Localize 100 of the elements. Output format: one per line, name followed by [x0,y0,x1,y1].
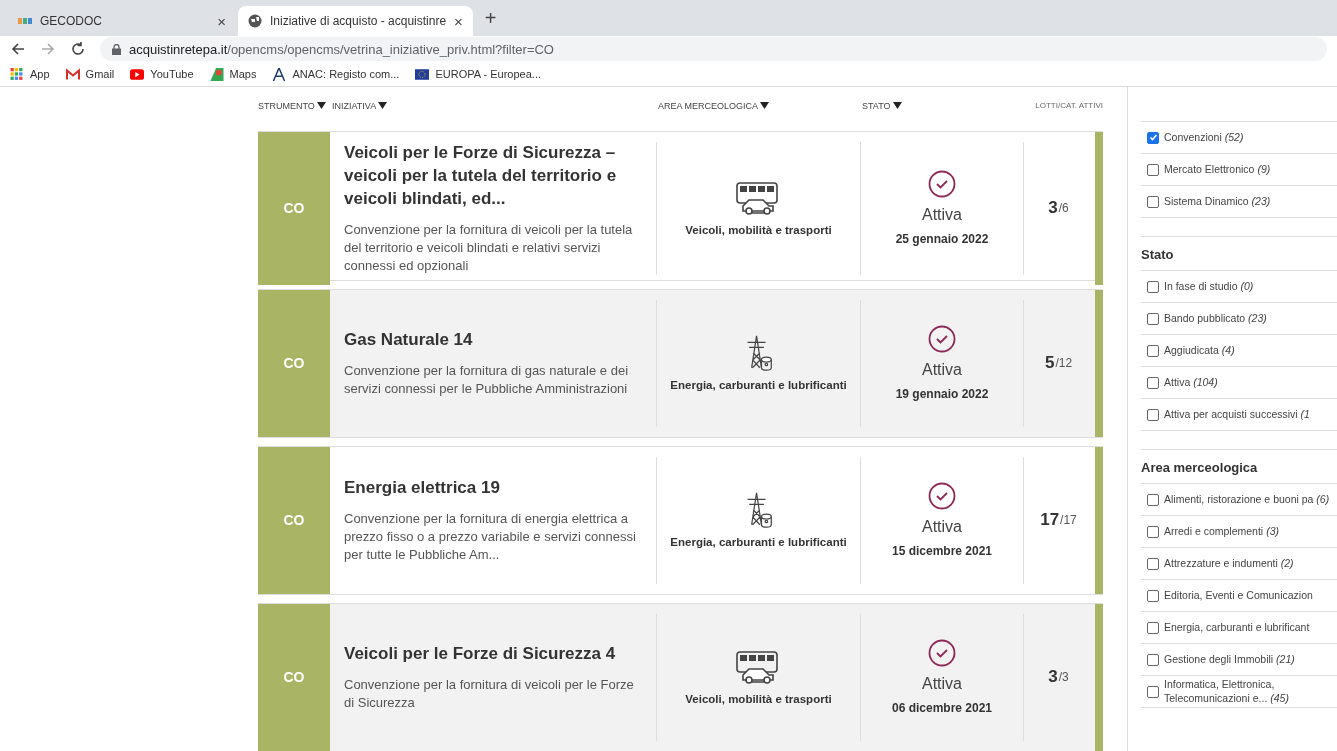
category-label: Energia, carburanti e lubrificanti [670,379,847,392]
bookmark-link[interactable]: Gmail [65,67,115,81]
filter-option[interactable]: Mercato Elettronico (9) [1141,154,1337,186]
browser-tab[interactable]: GECODOC × [8,6,236,36]
column-header: LOTTI/CAT. ATTIVI [1035,101,1103,111]
column-header[interactable]: INIZIATIVA [332,100,377,111]
apps-grid-icon [10,67,24,81]
filter-option[interactable]: Sistema Dinamico (23) [1141,186,1337,218]
column-header[interactable]: STATO [862,100,891,111]
filter-option[interactable]: Attiva (104) [1141,367,1337,399]
status-date: 19 gennaio 2022 [895,387,989,402]
status-date: 15 dicembre 2021 [891,544,993,559]
active-lots-count: 3 [1048,667,1058,688]
initiative-title[interactable]: Veicoli per le Forze di Sicurezza – veicoli per la tutela del territorio e veicoli blindati, ed... [344,141,642,211]
bookmark-link[interactable]: Maps [209,67,257,81]
category-label: Veicoli, mobilità e trasporti [685,224,832,237]
sort-triangle-icon[interactable] [378,102,388,110]
filter-option[interactable]: Bando pubblicato (23) [1141,303,1337,335]
initiative-card[interactable]: CO Veicoli per le Forze di Sicurezza 4 Convenzione per la fornitura di veicoli per le Forze di Sicurezza Veicoli, mobilità e trasporti Attiva 06 dicembre 2021 3/3 [258,602,1103,751]
initiative-description: Convenzione per la fornitura di gas naturale e dei servizi connessi per le Pubbliche Amministrazioni [344,361,629,398]
filter-option[interactable]: Editoria, Eventi e Comunicazion [1141,580,1337,612]
filter-heading: Stato [1141,247,1175,262]
bookmark-link[interactable]: EUROPA - Europea... [415,67,541,81]
checkbox[interactable] [1147,685,1159,698]
checkbox[interactable] [1147,376,1159,389]
filter-option[interactable]: Energia, carburanti e lubrificant [1141,612,1337,644]
bookmark-link[interactable]: App [10,67,50,81]
total-lots-count: /17 [1060,513,1077,528]
check-circle-icon [928,325,956,354]
filter-option[interactable]: Gestione degli Immobili (21) [1141,644,1337,676]
reload-icon[interactable] [70,41,86,57]
checkbox[interactable] [1147,408,1159,421]
instrument-badge: CO [258,289,330,437]
checkbox[interactable] [1147,653,1159,666]
filter-option[interactable]: Convenzioni (52) [1141,122,1337,154]
lock-icon [112,43,121,55]
checkbox[interactable] [1147,163,1159,176]
column-header[interactable]: AREA MERCEOLOGICA [658,100,759,111]
active-lots-count: 3 [1048,198,1058,219]
back-arrow-icon[interactable] [10,41,26,57]
close-tab-button[interactable]: × [217,12,226,30]
check-circle-icon [928,639,956,668]
bookmark-link[interactable]: ANAC: Registo com... [272,67,400,81]
letter-a-icon [272,67,287,81]
status-date: 25 gennaio 2022 [895,232,989,247]
initiative-title[interactable]: Energia elettrica 19 [344,476,642,500]
sort-triangle-icon[interactable] [892,102,902,110]
checkbox[interactable] [1147,621,1159,634]
filter-option[interactable]: Attiva per acquisti successivi (1 [1141,399,1337,431]
checkbox[interactable] [1147,195,1159,208]
initiative-title[interactable]: Gas Naturale 14 [344,328,642,352]
filter-option[interactable]: Informatica, Elettronica, Telecomunicazioni e... (45) [1141,676,1337,708]
initiative-description: Convenzione per la fornitura di veicoli per le Forze di Sicurezza [344,675,635,712]
browser-tab[interactable]: Iniziative di acquisto - acquistinre × [238,6,473,36]
total-lots-count: /12 [1055,356,1073,371]
instrument-badge: CO [258,603,330,751]
address-bar[interactable]: acquistinretepa.it/opencms/opencms/vetrina_iniziative_priv.html?filter=CO [100,37,1327,61]
total-lots-count: /6 [1058,201,1069,216]
status-label: Attiva [922,206,962,225]
checkbox[interactable] [1147,344,1159,357]
checkbox[interactable] [1147,131,1159,144]
checkbox[interactable] [1147,589,1159,602]
instrument-badge: CO [258,131,330,286]
initiative-description: Convenzione per la fornitura di veicoli per la tutela del territorio e veicoli blindati e relativi servizi connessi ed opzionali [344,220,634,275]
close-tab-button[interactable]: × [454,12,463,30]
check-circle-icon [928,482,956,511]
new-tab-button[interactable]: + [474,7,507,36]
status-label: Attiva [922,361,962,380]
checkbox[interactable] [1147,525,1159,538]
initiative-description: Convenzione per la fornitura di energia elettrica a prezzo fisso o a prezzo variabile e servizi connessi per tutte le Pubbliche Am... [344,509,637,564]
active-lots-count: 5 [1044,353,1055,374]
column-header[interactable]: STRUMENTO [258,100,315,111]
initiative-title[interactable]: Veicoli per le Forze di Sicurezza 4 [344,642,642,666]
status-label: Attiva [922,675,962,694]
bookmark-link[interactable]: YouTube [130,67,194,81]
filter-option[interactable]: Attrezzature e indumenti (2) [1141,548,1337,580]
filter-option[interactable]: Arredi e complementi (3) [1141,516,1337,548]
initiative-card[interactable]: CO Gas Naturale 14 Convenzione per la fornitura di gas naturale e dei servizi connessi per le Pubbliche Amministrazioni Energia, carburanti e lubrificanti Attiva 19 gennaio 2022 5/12 [258,288,1103,438]
checkbox[interactable] [1147,557,1159,570]
check-circle-icon [928,170,956,199]
sort-triangle-icon[interactable] [316,102,326,110]
play-icon [130,67,145,81]
filter-option[interactable]: Aggiudicata (4) [1141,335,1337,367]
category-label: Energia, carburanti e lubrificanti [670,536,847,549]
checkbox[interactable] [1147,312,1159,325]
checkbox[interactable] [1147,280,1159,293]
flag-icon [415,67,430,81]
total-lots-count: /3 [1058,670,1069,685]
status-label: Attiva [922,518,962,537]
initiative-card[interactable] [258,445,1103,595]
sort-triangle-icon[interactable] [760,102,770,110]
active-lots-count: 17 [1040,510,1060,531]
instrument-badge: CO [258,446,330,594]
checkbox[interactable] [1147,493,1159,506]
category-label: Veicoli, mobilità e trasporti [685,693,832,706]
envelope-m-icon [65,67,80,81]
filter-option[interactable]: Alimenti, ristorazione e buoni pa (6) [1141,484,1337,516]
filter-heading: Area merceologica [1141,460,1259,475]
filter-option[interactable]: In fase di studio (0) [1141,271,1337,303]
map-pin-icon [209,67,224,81]
